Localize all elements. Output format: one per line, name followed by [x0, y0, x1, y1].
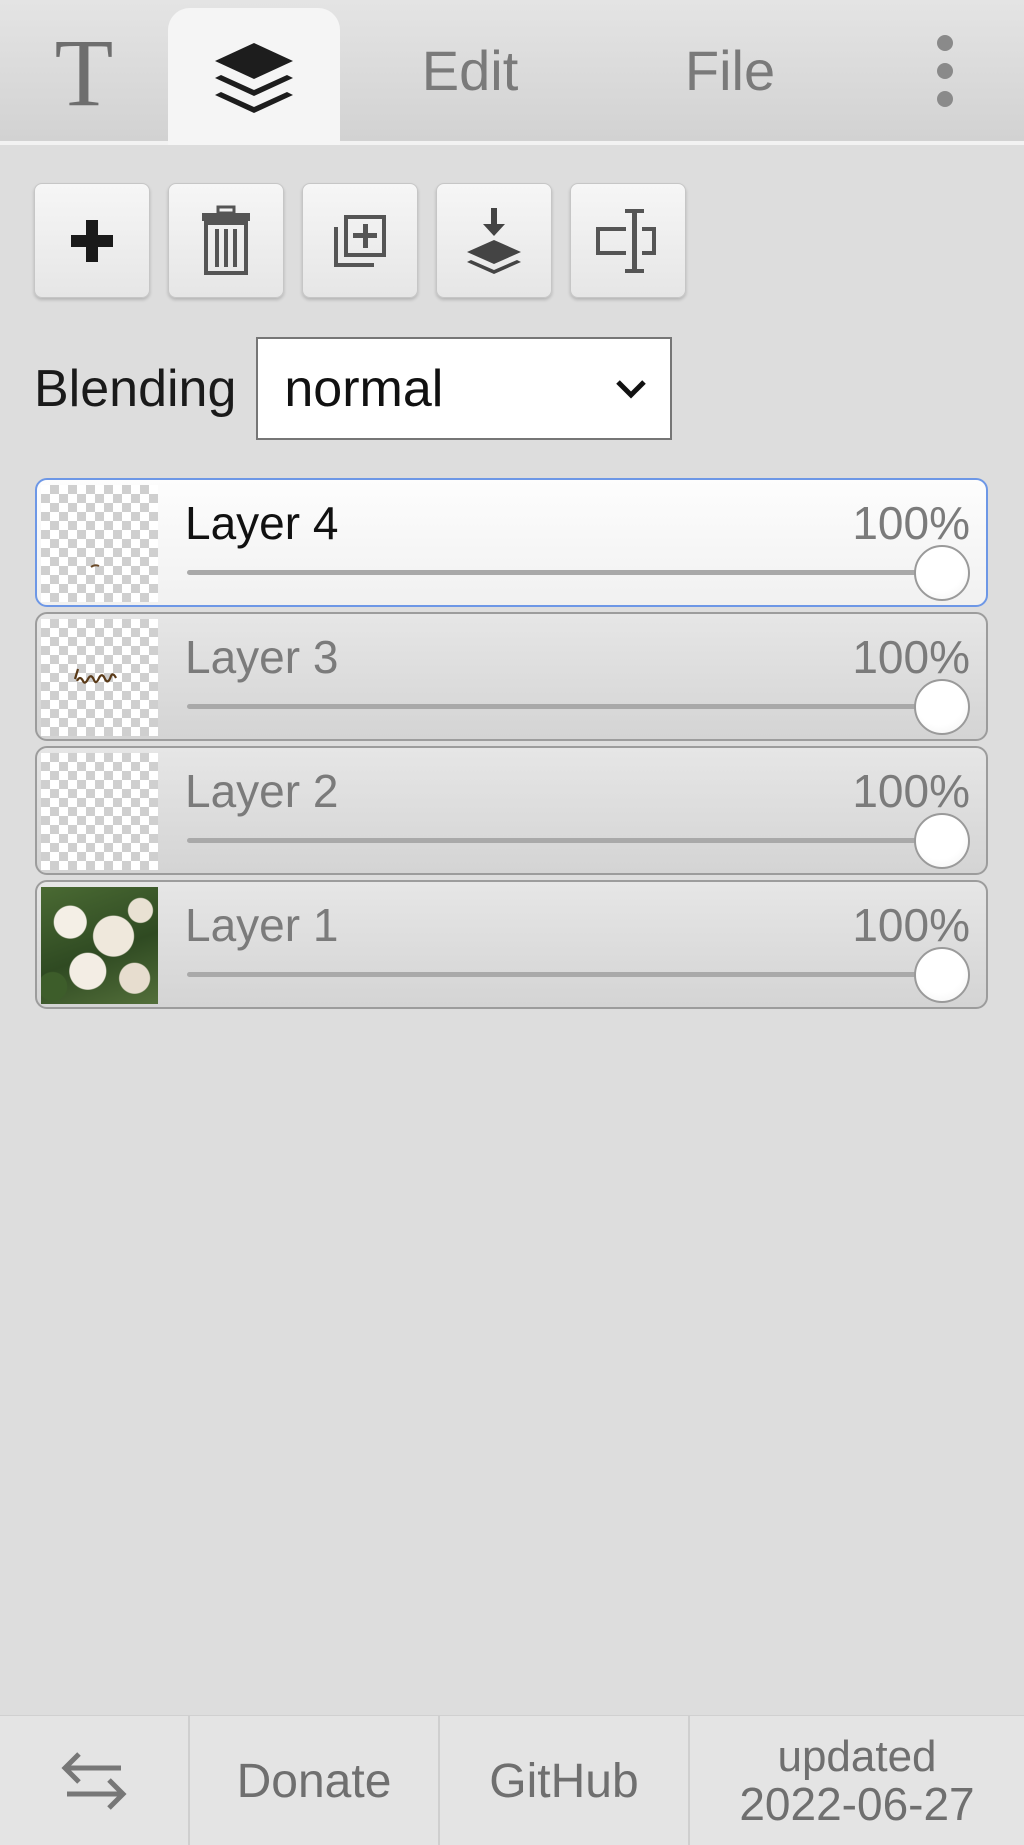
opacity-slider-track[interactable] [187, 838, 942, 843]
swap-arrows-icon [61, 1752, 127, 1810]
blending-select[interactable]: normal [256, 337, 673, 440]
vertical-ellipsis-icon [937, 34, 953, 107]
layer-thumbnail [41, 485, 158, 602]
opacity-slider-handle[interactable] [914, 545, 970, 601]
layer-name: Layer 3 [185, 631, 339, 683]
add-layer-button[interactable] [34, 183, 150, 298]
plus-icon [71, 219, 113, 262]
updated-info: updated 2022-06-27 [690, 1716, 1024, 1845]
more-menu-button[interactable] [910, 0, 980, 141]
opacity-slider-track[interactable] [187, 704, 942, 709]
rename-icon [596, 208, 656, 273]
chevron-down-icon [616, 379, 647, 399]
layer-name: Layer 1 [185, 899, 339, 951]
swap-panel-button[interactable] [0, 1716, 190, 1845]
layer-opacity-label: 100% [852, 631, 970, 683]
footer-bar: Donate GitHub updated 2022-06-27 [0, 1715, 1024, 1845]
tab-edit[interactable]: Edit [390, 0, 550, 141]
layer-item[interactable]: Layer 3 100% [35, 612, 988, 741]
layer-opacity-label: 100% [852, 497, 970, 549]
rename-layer-button[interactable] [570, 183, 686, 298]
blending-value: normal [284, 359, 444, 418]
layer-thumbnail [41, 753, 158, 870]
opacity-slider-handle[interactable] [914, 679, 970, 735]
layer-name: Layer 4 [185, 497, 339, 549]
layers-list: Layer 4 100% Layer 3 100% Layer 2 100% L… [35, 478, 988, 1014]
layer-item[interactable]: Layer 2 100% [35, 746, 988, 875]
text-tool-icon: T [54, 18, 114, 126]
tab-bar: T Edit File [0, 0, 1024, 145]
blending-row: Blending normal [34, 337, 673, 440]
tab-text-tool[interactable]: T [0, 0, 168, 141]
delete-layer-button[interactable] [168, 183, 284, 298]
layers-icon [215, 42, 293, 113]
github-link[interactable]: GitHub [440, 1716, 690, 1845]
layer-opacity-label: 100% [852, 899, 970, 951]
layer-name: Layer 2 [185, 765, 339, 817]
merge-down-icon [467, 207, 521, 274]
duplicate-icon [334, 214, 386, 267]
merge-down-button[interactable] [436, 183, 552, 298]
opacity-slider-track[interactable] [187, 570, 942, 575]
tab-layers[interactable] [168, 8, 340, 145]
opacity-slider-handle[interactable] [914, 813, 970, 869]
layer-toolbar [34, 183, 686, 298]
layer-opacity-label: 100% [852, 765, 970, 817]
layer-thumbnail [41, 619, 158, 736]
opacity-slider-handle[interactable] [914, 947, 970, 1003]
trash-icon [202, 205, 250, 275]
updated-date: 2022-06-27 [739, 1777, 975, 1830]
layer-item[interactable]: Layer 4 100% [35, 478, 988, 607]
duplicate-layer-button[interactable] [302, 183, 418, 298]
layer-item[interactable]: Layer 1 100% [35, 880, 988, 1009]
layer-thumbnail [41, 887, 158, 1004]
tab-file[interactable]: File [650, 0, 810, 141]
opacity-slider-track[interactable] [187, 972, 942, 977]
blending-label: Blending [34, 359, 237, 418]
updated-label: updated [777, 1731, 937, 1781]
donate-link[interactable]: Donate [190, 1716, 440, 1845]
